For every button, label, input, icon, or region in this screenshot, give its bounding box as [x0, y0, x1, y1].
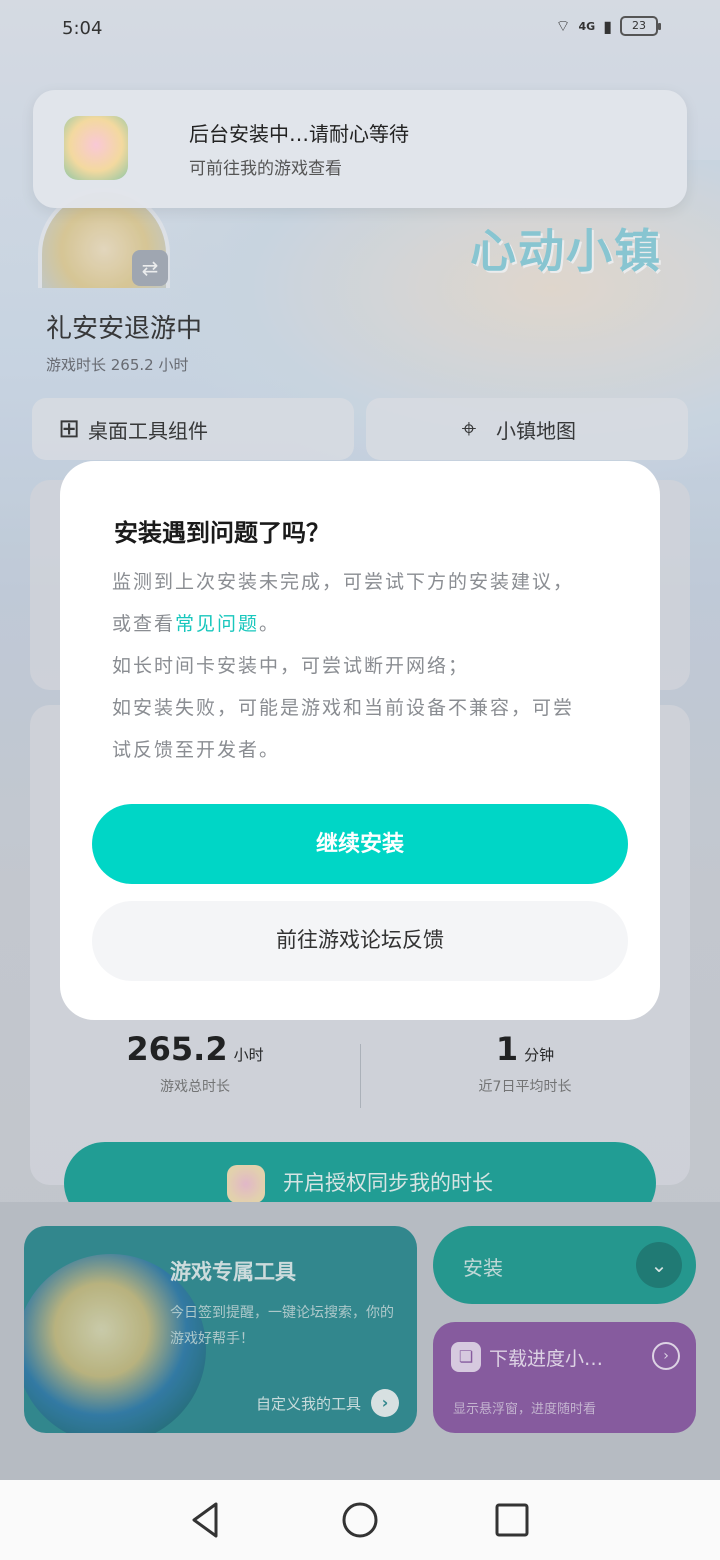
status-bar: 5:04 ⌔ 4G ▮ 23: [0, 0, 720, 60]
game-app-icon: [64, 116, 128, 180]
wifi-icon: ⌔: [555, 16, 571, 35]
home-icon[interactable]: [338, 1498, 382, 1542]
continue-install-button[interactable]: 继续安装: [92, 804, 628, 884]
dialog-body-text-4: 如安装失败，可能是游戏和当前设备不兼容，可尝试反馈至开发者。: [112, 697, 575, 761]
battery-level: 23: [632, 19, 646, 32]
notification-subtitle: 可前往我的游戏查看: [189, 159, 342, 179]
dialog-body: 监测到上次安装未完成，可尝试下方的安装建议，或查看常见问题。 如长时间卡安装中，…: [112, 561, 592, 771]
network-type: 4G: [578, 19, 596, 33]
dialog-title: 安装遇到问题了吗？: [114, 519, 330, 547]
notification-title: 后台安装中…请耐心等待: [189, 122, 409, 146]
battery-icon: 23: [620, 16, 661, 36]
dialog-body-text-3: 如长时间卡安装中，可尝试断开网络；: [112, 655, 470, 677]
faq-link[interactable]: 常见问题: [175, 613, 259, 635]
status-time: 5:04: [62, 18, 103, 39]
dialog-body-text-2: 。: [259, 613, 281, 635]
recent-apps-icon[interactable]: [490, 1498, 534, 1542]
install-notification[interactable]: 后台安装中…请耐心等待 可前往我的游戏查看: [33, 90, 687, 208]
system-nav-bar: [0, 1480, 720, 1560]
back-icon[interactable]: [184, 1498, 228, 1542]
signal-icon: ▮: [603, 16, 612, 36]
install-problem-dialog: 安装遇到问题了吗？ 监测到上次安装未完成，可尝试下方的安装建议，或查看常见问题。…: [60, 461, 660, 1020]
status-icons: ⌔ 4G ▮ 23: [555, 16, 661, 36]
forum-feedback-button[interactable]: 前往游戏论坛反馈: [92, 901, 628, 981]
